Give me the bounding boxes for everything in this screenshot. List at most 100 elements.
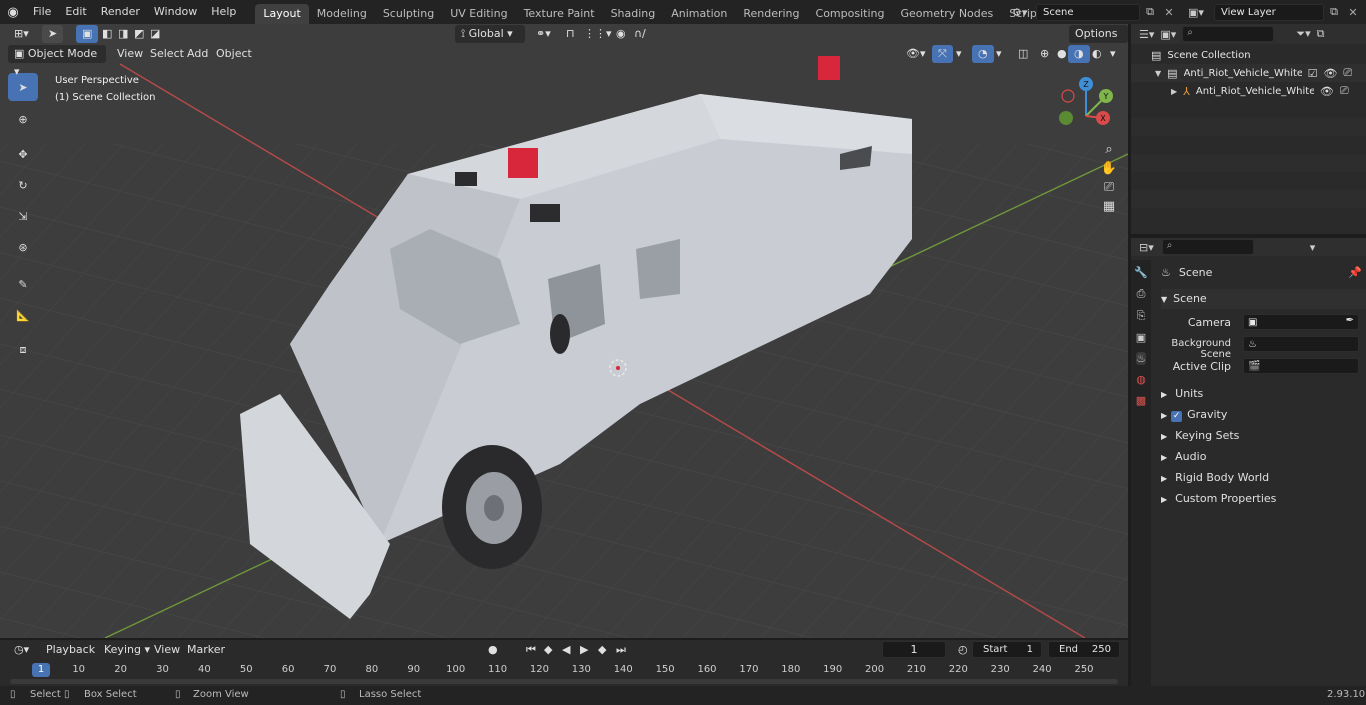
select-tool-button[interactable]: ➤	[8, 73, 38, 101]
menu-file[interactable]: File	[26, 0, 58, 24]
filter-icon[interactable]: ⏷▾	[1296, 27, 1310, 41]
transform-tool-button[interactable]: ⊛	[8, 233, 38, 261]
timeline-scrollbar[interactable]	[10, 679, 1118, 684]
blender-logo-icon[interactable]: ◉	[0, 5, 26, 20]
perspective-grid-icon[interactable]: ▦	[1098, 199, 1120, 214]
3d-viewport[interactable]: Z Y X ⌕ ✋ ⎚ ▦ User Perspective (1) Scene…	[0, 24, 1128, 638]
outliner-editor-icon[interactable]: ☰▾	[1139, 28, 1154, 41]
pivot-point-icon[interactable]: ⚭▾	[530, 25, 557, 43]
camera-icon[interactable]: ⎚	[1340, 84, 1349, 98]
frame-tick: 220	[948, 664, 968, 675]
keying-sets-panel[interactable]: ▶ Keying Sets	[1161, 426, 1366, 446]
frame-tick: 160	[697, 664, 717, 675]
eye-icon[interactable]: 👁	[1320, 85, 1334, 98]
close-view-layer-icon[interactable]: ✕	[1344, 6, 1362, 19]
navigation-gizmo[interactable]: Z Y X	[1058, 76, 1118, 146]
properties-options-icon[interactable]: ▾	[1310, 241, 1316, 254]
new-collection-icon[interactable]: ⧉	[1317, 27, 1325, 41]
menu-object[interactable]: Object	[210, 45, 258, 63]
add-cube-tool-button[interactable]: ⧈	[8, 336, 38, 364]
scene-tab-icon[interactable]: ♨	[1136, 352, 1146, 365]
rigid-body-world-panel[interactable]: ▶ Rigid Body World	[1161, 468, 1366, 488]
move-tool-button[interactable]: ✥	[8, 140, 38, 168]
cursor-tool-button[interactable]: ⊕	[8, 105, 38, 133]
menu-window[interactable]: Window	[147, 0, 204, 24]
expand-arrow-icon[interactable]: ▼	[1155, 69, 1161, 78]
tab-sculpting[interactable]: Sculpting	[375, 4, 442, 24]
visibility-icon[interactable]: 👁▾	[900, 45, 932, 63]
tab-shading[interactable]: Shading	[603, 4, 664, 24]
close-scene-icon[interactable]: ✕	[1160, 6, 1178, 19]
tab-rendering[interactable]: Rendering	[735, 4, 807, 24]
scale-tool-button[interactable]: ⇲	[8, 202, 38, 230]
tab-animation[interactable]: Animation	[663, 4, 735, 24]
eyedropper-icon[interactable]: ✒	[1346, 315, 1354, 326]
menu-edit[interactable]: Edit	[58, 0, 93, 24]
frame-tick: 60	[281, 664, 295, 675]
camera-field[interactable]: ▣ ✒	[1243, 314, 1359, 330]
outliner-search-input[interactable]: ⌕	[1182, 26, 1275, 42]
mode-select[interactable]: ▣ Object Mode ▾	[8, 45, 106, 78]
scene-name-field[interactable]: Scene	[1036, 3, 1140, 21]
view-layer-tab-icon[interactable]: ▣	[1136, 331, 1146, 344]
custom-properties-panel[interactable]: ▶ Custom Properties	[1161, 489, 1366, 509]
annotate-tool-button[interactable]: ✎	[8, 270, 38, 298]
zoom-icon[interactable]: ⌕	[1098, 142, 1120, 157]
active-clip-label: Active Clip	[1172, 360, 1231, 373]
gravity-panel[interactable]: ▶ ✓ Gravity	[1161, 405, 1366, 425]
menu-help[interactable]: Help	[204, 0, 243, 24]
measure-tool-button[interactable]: 📐	[8, 301, 38, 329]
outliner-row-collection[interactable]: ▼ ▤ Anti_Riot_Vehicle_White_Simp ☑ 👁 ⎚	[1131, 64, 1366, 82]
audio-panel[interactable]: ▶ Audio	[1161, 447, 1366, 467]
expand-arrow-icon[interactable]: ▶	[1171, 87, 1177, 96]
version-label: 2.93.10	[1327, 689, 1366, 700]
properties-editor-icon[interactable]: ⊟▾	[1139, 241, 1154, 254]
pan-hand-icon[interactable]: ✋	[1098, 161, 1120, 176]
background-scene-field[interactable]: ♨	[1243, 336, 1359, 352]
camera-view-icon[interactable]: ⎚	[1098, 180, 1120, 195]
new-scene-icon[interactable]: ⧉	[1140, 5, 1160, 19]
editor-type-icon[interactable]: ⊞▾	[8, 25, 35, 43]
tab-layout[interactable]: Layout	[255, 4, 309, 24]
transform-orientation-select[interactable]: ⟟ Global ▾	[455, 25, 525, 43]
tab-geometry-nodes[interactable]: Geometry Nodes	[892, 4, 1001, 24]
gizmo-dropdown-icon[interactable]: ▾	[950, 45, 968, 63]
outliner-row-root[interactable]: ▤ Scene Collection	[1131, 46, 1366, 64]
view-layer-icon[interactable]: ▣▾	[1188, 6, 1214, 19]
select-mode-intersect-icon[interactable]: ◪	[144, 25, 166, 43]
tab-compositing[interactable]: Compositing	[808, 4, 893, 24]
active-clip-field[interactable]: 🎬	[1243, 358, 1359, 374]
view-layer-field[interactable]: View Layer	[1214, 3, 1324, 21]
units-panel[interactable]: ▶ Units	[1161, 384, 1366, 404]
menu-render[interactable]: Render	[94, 0, 147, 24]
tab-uv-editing[interactable]: UV Editing	[442, 4, 515, 24]
scene-icon[interactable]: ⚙▾	[1012, 6, 1036, 19]
options-dropdown[interactable]: Options ▾	[1069, 25, 1128, 58]
properties-search-input[interactable]: ⌕	[1161, 239, 1254, 255]
render-tab-icon[interactable]: ⎙	[1137, 287, 1146, 301]
shading-dropdown-icon[interactable]: ▾	[1104, 45, 1122, 63]
pin-icon[interactable]: 📌	[1348, 266, 1362, 279]
world-tab-icon[interactable]: ◍	[1136, 373, 1146, 386]
texture-tab-icon[interactable]: ▩	[1136, 394, 1146, 407]
rotate-tool-button[interactable]: ↻	[8, 171, 38, 199]
new-view-layer-icon[interactable]: ⧉	[1324, 5, 1344, 19]
tool-select-icon[interactable]: ➤	[42, 25, 64, 43]
expand-arrow-icon: ▶	[1161, 390, 1168, 399]
display-mode-icon[interactable]: ▣▾	[1160, 28, 1176, 41]
gravity-checkbox[interactable]: ✓	[1171, 411, 1183, 422]
output-tab-icon[interactable]: ⎘	[1137, 309, 1146, 323]
overlay-dropdown-icon[interactable]: ▾	[990, 45, 1008, 63]
xray-icon[interactable]: ◫	[1012, 45, 1034, 63]
falloff-icon[interactable]: ∩∕	[628, 25, 652, 43]
properties-context-label: Scene	[1178, 266, 1213, 279]
include-checkbox-icon[interactable]: ☑	[1308, 67, 1318, 80]
tab-modeling[interactable]: Modeling	[309, 4, 375, 24]
tool-tab-icon[interactable]: 🔧	[1134, 266, 1148, 279]
eye-icon[interactable]: 👁	[1323, 67, 1337, 80]
outliner-empty-row	[1131, 118, 1366, 136]
outliner-row-object[interactable]: ▶ ⅄ Anti_Riot_Vehicle_White_ 👁 ⎚	[1131, 82, 1366, 100]
tab-texture-paint[interactable]: Texture Paint	[516, 4, 603, 24]
scene-section-header[interactable]: ▼ Scene	[1161, 289, 1366, 309]
camera-icon[interactable]: ⎚	[1343, 66, 1352, 80]
